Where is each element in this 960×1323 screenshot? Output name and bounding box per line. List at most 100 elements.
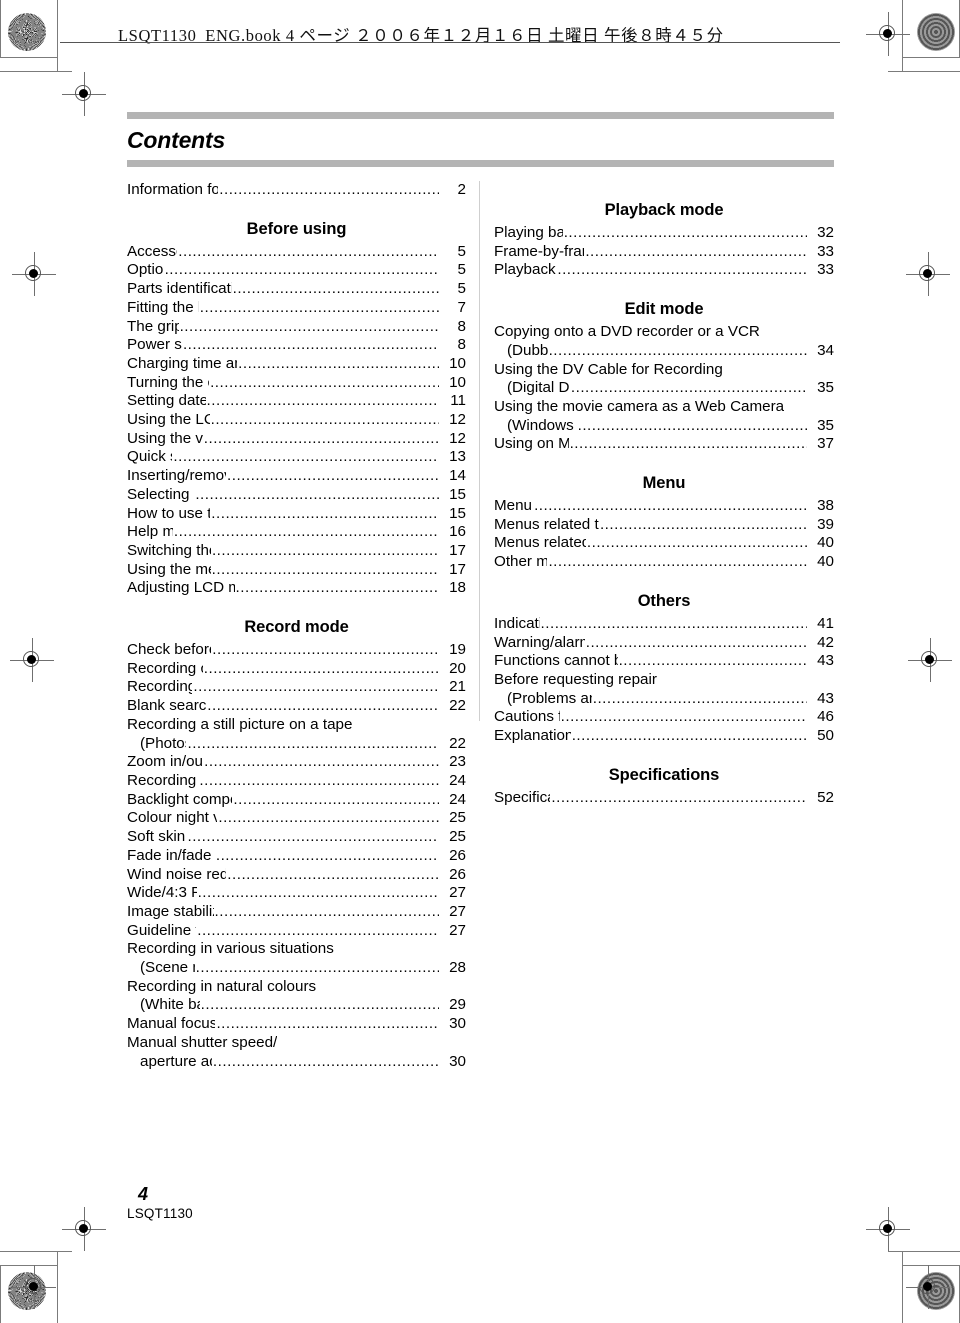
- toc-entry[interactable]: Warning/alarm indications ..............…: [494, 634, 834, 653]
- toc-leader-dots: ........................................…: [592, 689, 807, 707]
- toc-entry[interactable]: (White balance) ........................…: [127, 996, 466, 1015]
- toc-entry[interactable]: (Photoshot) ............................…: [127, 735, 466, 754]
- toc-entry[interactable]: Recording a still picture on a tape ....…: [127, 716, 466, 735]
- toc-entry[interactable]: Menus related to taking pictures .......…: [494, 516, 834, 535]
- toc-entry[interactable]: Copying onto a DVD recorder or a VCR ...…: [494, 323, 834, 342]
- toc-entry-label: Indications: [494, 614, 540, 632]
- toc-entry-page: 24: [449, 790, 466, 808]
- toc-leader-dots: ........................................…: [585, 633, 807, 651]
- toc-entry[interactable]: Specifications .........................…: [494, 789, 834, 808]
- registration-crosshair: [908, 638, 952, 682]
- toc-entry[interactable]: Optional ...............................…: [127, 261, 466, 280]
- toc-entry-page: 41: [817, 614, 834, 632]
- toc-section-heading: Before using: [246, 219, 347, 238]
- crop-mark-line: [902, 1265, 960, 1266]
- toc-entry[interactable]: Menus related to playback ..............…: [494, 534, 834, 553]
- toc-entry-page: 40: [817, 534, 834, 552]
- toc-entry[interactable]: Inserting/removing a cassette ..........…: [127, 467, 466, 486]
- toc-entry[interactable]: Check before recording .................…: [127, 641, 466, 660]
- toc-leader-dots: ........................................…: [203, 659, 439, 677]
- toc-entry[interactable]: Menu list ..............................…: [494, 497, 834, 516]
- toc-entry[interactable]: Setting date and time ..................…: [127, 392, 466, 411]
- toc-entry[interactable]: Recording check ........................…: [127, 678, 466, 697]
- toc-entry[interactable]: Playing back tape ......................…: [494, 224, 834, 243]
- toc-entry-label: Recording a still picture on a tape: [127, 715, 353, 733]
- toc-entry-label: Backlight compensation function: [127, 790, 232, 808]
- toc-entry-label: Recording check: [127, 678, 193, 696]
- toc-entry[interactable]: (Digital Dubbing) ......................…: [494, 379, 834, 398]
- toc-entry[interactable]: Manual shutter speed/ ..................…: [127, 1034, 466, 1053]
- toc-entry[interactable]: (Dubbing) ..............................…: [494, 342, 834, 361]
- toc-leader-dots: ........................................…: [211, 560, 439, 578]
- toc-leader-dots: ........................................…: [203, 429, 439, 447]
- toc-entry[interactable]: Adjusting LCD monitor/viewfinder .......…: [127, 579, 466, 598]
- registration-crosshair: [866, 1207, 910, 1251]
- toc-section-heading: Menu: [642, 474, 686, 493]
- toc-entry[interactable]: Using the LCD monitor ..................…: [127, 411, 466, 430]
- toc-entry[interactable]: Fade in/fade out function ..............…: [127, 847, 466, 866]
- toc-entry[interactable]: Charging time and recordable time ......…: [127, 355, 466, 374]
- toc-entry[interactable]: Information for your safety ............…: [127, 181, 466, 200]
- toc-entry[interactable]: aperture adjustment ....................…: [127, 1053, 466, 1072]
- toc-leader-dots: ........................................…: [540, 614, 807, 632]
- toc-entry[interactable]: Using the DV Cable for Recording .......…: [494, 361, 834, 380]
- toc-entry[interactable]: Image stabilizer function ..............…: [127, 903, 466, 922]
- toc-entry[interactable]: (Problems and solutions) ...............…: [494, 690, 834, 709]
- toc-entry-label: Image stabilizer function: [127, 902, 214, 920]
- toc-leader-dots: ........................................…: [585, 242, 807, 260]
- toc-entry[interactable]: Power supply ...........................…: [127, 336, 466, 355]
- toc-entry[interactable]: Manual focus adjustment ................…: [127, 1015, 466, 1034]
- toc-entry[interactable]: Blank search function ..................…: [127, 697, 466, 716]
- toc-entry-label: Soft skin mode: [127, 828, 186, 846]
- toc-leader-dots: ........................................…: [216, 1015, 439, 1033]
- toc-entry[interactable]: Wind noise reduction function ..........…: [127, 866, 466, 885]
- toc-entry[interactable]: Before requesting repair ...............…: [494, 671, 834, 690]
- toc-entry[interactable]: Using on Macintosh .....................…: [494, 435, 834, 454]
- toc-leader-dots: ........................................…: [560, 708, 807, 726]
- toc-entry[interactable]: Using the movie camera as a Web Camera .…: [494, 398, 834, 417]
- toc-leader-dots: ........................................…: [238, 354, 439, 372]
- toc-entry[interactable]: Other menus ............................…: [494, 553, 834, 572]
- toc-entry[interactable]: The grip belt ..........................…: [127, 318, 466, 337]
- toc-entry[interactable]: Accessories ............................…: [127, 243, 466, 262]
- toc-entry[interactable]: Backlight compensation function ........…: [127, 791, 466, 810]
- toc-entry[interactable]: Recording on a tape ....................…: [127, 660, 466, 679]
- toc-entry[interactable]: Playback on TV .........................…: [494, 261, 834, 280]
- toc-entry-page: 33: [817, 261, 834, 279]
- registration-crosshair: [62, 1207, 106, 1251]
- toc-entry-page: 17: [449, 560, 466, 578]
- toc-entry[interactable]: Indications ............................…: [494, 615, 834, 634]
- toc-entry[interactable]: Recording yourself .....................…: [127, 772, 466, 791]
- toc-entry[interactable]: Functions cannot be used simultaneously …: [494, 652, 834, 671]
- toc-entry[interactable]: How to use the joystick ................…: [127, 505, 466, 524]
- toc-entry-page: 8: [457, 317, 466, 335]
- toc-entry[interactable]: Recording in various situations ........…: [127, 940, 466, 959]
- toc-entry-page: 10: [449, 373, 466, 391]
- toc-entry[interactable]: Quick start ............................…: [127, 448, 466, 467]
- toc-entry[interactable]: Turning the camera on ..................…: [127, 374, 466, 393]
- toc-entry[interactable]: Recording in natural colours ...........…: [127, 978, 466, 997]
- toc-entry[interactable]: Switching the language .................…: [127, 542, 466, 561]
- toc-entry[interactable]: Help mode ..............................…: [127, 523, 466, 542]
- contents-page: Contents Information for your safety ...…: [127, 112, 834, 1071]
- toc-entry[interactable]: Soft skin mode .........................…: [127, 828, 466, 847]
- toc-entry[interactable]: Explanation of terms ...................…: [494, 727, 834, 746]
- toc-entry[interactable]: (Windows XP SP2) .......................…: [494, 417, 834, 436]
- toc-entry[interactable]: (Scene mode) ...........................…: [127, 959, 466, 978]
- toc-entry[interactable]: Zoom in/out function ...................…: [127, 753, 466, 772]
- toc-leader-dots: ........................................…: [211, 504, 439, 522]
- toc-list: Check before recording .................…: [127, 641, 466, 1071]
- toc-entry[interactable]: Selecting a mode .......................…: [127, 486, 466, 505]
- toc-leader-dots: ........................................…: [182, 336, 439, 354]
- toc-entry[interactable]: Frame-by-frame playback ................…: [494, 243, 834, 262]
- toc-entry[interactable]: Colour night view function .............…: [127, 809, 466, 828]
- toc-entry[interactable]: Using the menu screen ..................…: [127, 561, 466, 580]
- toc-entry-page: 32: [817, 224, 834, 241]
- toc-entry[interactable]: Cautions for Use .......................…: [494, 708, 834, 727]
- toc-entry[interactable]: Parts identification and handling ......…: [127, 280, 466, 299]
- toc-entry[interactable]: Using the viewfinder ...................…: [127, 430, 466, 449]
- toc-entry[interactable]: Wide/4:3 Function ......................…: [127, 884, 466, 903]
- toc-entry[interactable]: Guideline function .....................…: [127, 922, 466, 941]
- toc-entry-label: (Dubbing): [507, 341, 548, 359]
- toc-entry[interactable]: Fitting the lens cap ...................…: [127, 299, 466, 318]
